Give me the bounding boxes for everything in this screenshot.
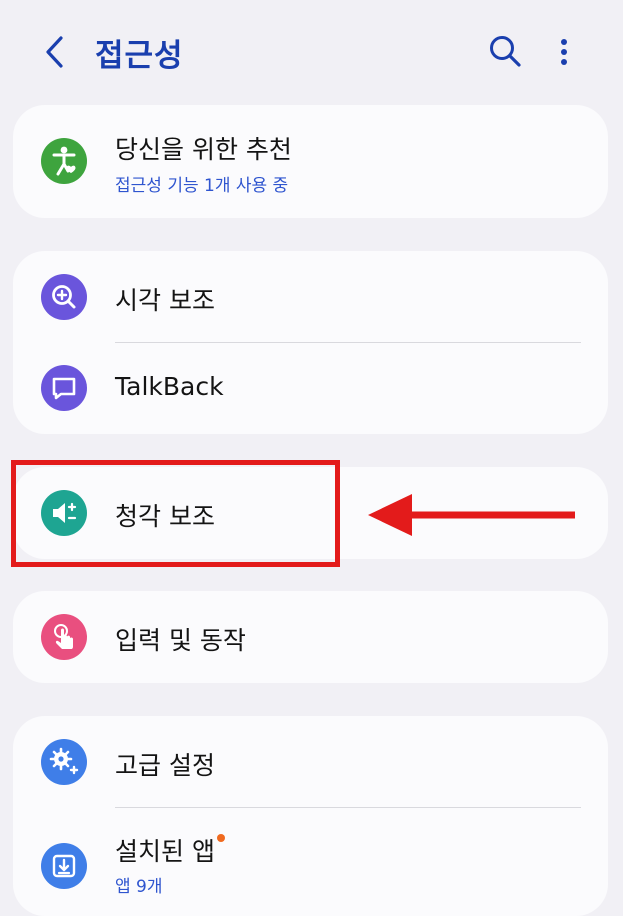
talkback-label: TalkBack — [115, 372, 224, 401]
vision-card: 시각 보조 TalkBack — [13, 251, 608, 434]
touch-hand-icon — [41, 614, 87, 660]
new-badge-dot — [216, 834, 225, 842]
vision-assist-item[interactable]: 시각 보조 — [13, 251, 608, 343]
vision-assist-label: 시각 보조 — [115, 286, 215, 315]
red-arrow-icon — [368, 494, 575, 536]
back-button[interactable] — [40, 30, 70, 74]
interaction-item[interactable]: 입력 및 동작 — [13, 591, 608, 683]
chevron-left-icon — [46, 36, 63, 68]
search-button[interactable] — [488, 34, 522, 68]
talkback-item[interactable]: TalkBack — [13, 343, 608, 434]
accessibility-person-icon — [41, 138, 87, 184]
gears-plus-icon — [41, 739, 87, 785]
installed-apps-text: 설치된 앱 — [115, 837, 215, 866]
advanced-settings-label: 고급 설정 — [115, 751, 215, 780]
recommend-label: 당신을 위한 추천 — [115, 135, 292, 164]
installed-apps-label: 설치된 앱 — [115, 832, 225, 868]
app-header: 접근성 — [0, 0, 623, 100]
chat-bubble-icon — [41, 365, 87, 411]
interaction-label: 입력 및 동작 — [115, 626, 246, 655]
advanced-settings-item[interactable]: 고급 설정 — [13, 716, 608, 808]
installed-apps-item[interactable]: 설치된 앱 앱 9개 — [13, 808, 608, 916]
magnifier-icon — [41, 274, 87, 320]
search-icon — [490, 36, 521, 67]
interaction-card: 입력 및 동작 — [13, 591, 608, 683]
recommend-card: 당신을 위한 추천 접근성 기능 1개 사용 중 — [13, 105, 608, 218]
more-options-button[interactable] — [552, 36, 576, 70]
installed-apps-sub: 앱 9개 — [115, 877, 163, 897]
recommend-sub: 접근성 기능 1개 사용 중 — [115, 176, 289, 196]
download-icon — [41, 843, 87, 889]
advanced-card: 고급 설정 설치된 앱 앱 9개 — [13, 716, 608, 916]
page-title: 접근성 — [95, 38, 184, 74]
highlight-box — [11, 460, 340, 567]
recommend-item[interactable]: 당신을 위한 추천 접근성 기능 1개 사용 중 — [13, 105, 608, 218]
more-vertical-icon — [561, 39, 567, 65]
